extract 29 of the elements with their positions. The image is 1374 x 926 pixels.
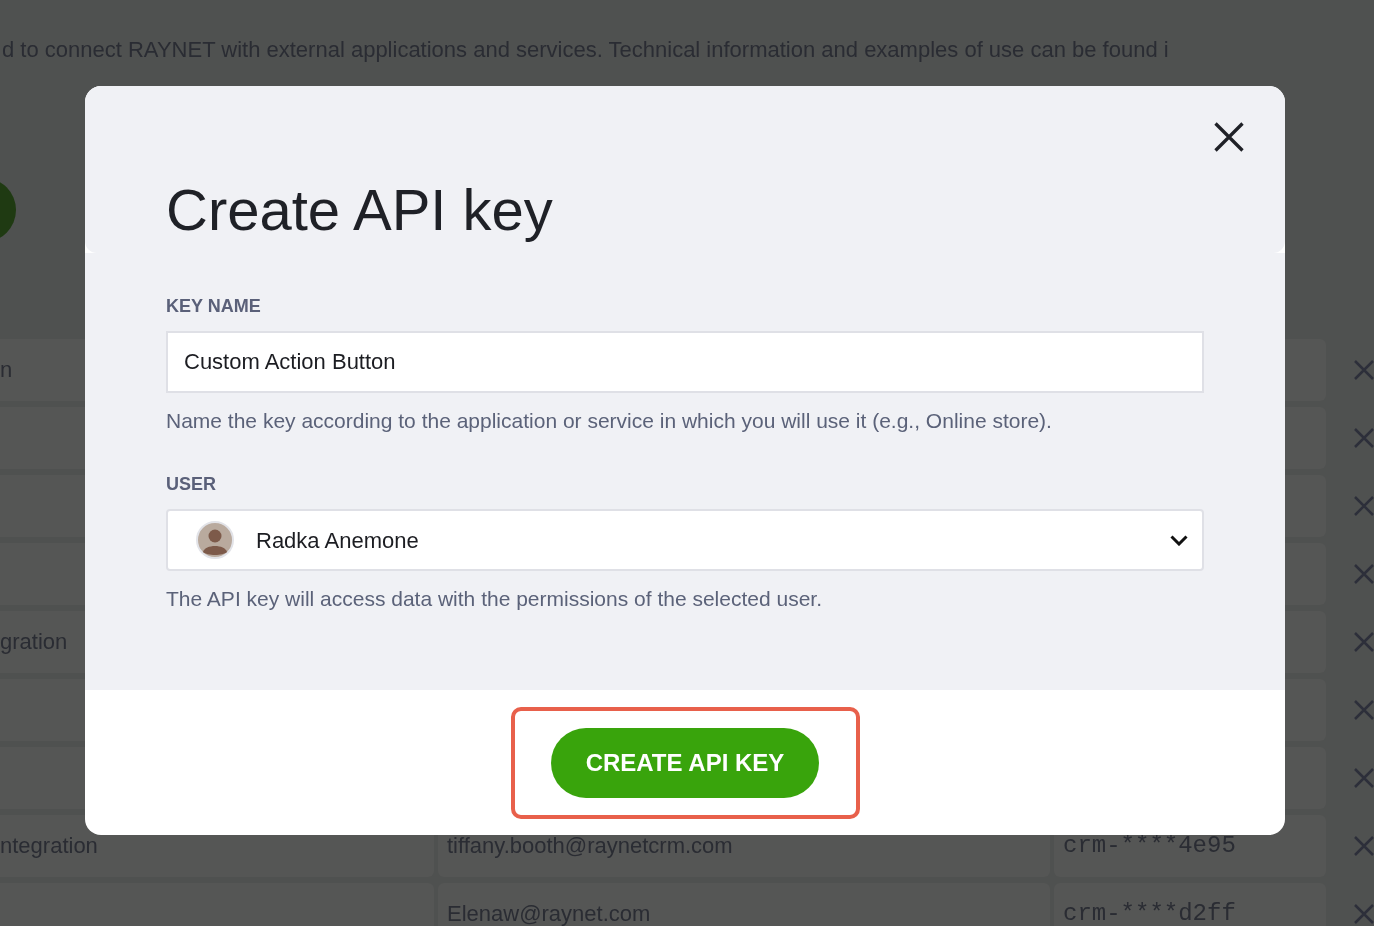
remove-button[interactable] [1354,836,1374,856]
cross-icon [1354,768,1374,788]
cross-icon [1354,700,1374,720]
field-label: KEY NAME [166,295,261,317]
remove-button[interactable] [1354,496,1374,516]
remove-button[interactable] [1354,904,1374,924]
cross-icon [1354,632,1374,652]
remove-button[interactable] [1354,768,1374,788]
field-hint: The API key will access data with the permissions of the selected user. [166,586,822,612]
close-icon [1214,122,1244,152]
remove-button[interactable] [1354,428,1374,448]
remove-button[interactable] [1354,632,1374,652]
avatar-icon [196,521,234,559]
cross-icon [1354,360,1374,380]
cross-icon [1354,564,1374,584]
cross-icon [1354,496,1374,516]
field-hint: Name the key according to the application or service in which you will use it (e.g., Online store). [166,408,1052,434]
dialog-title: Create API key [166,176,553,244]
remove-button[interactable] [1354,700,1374,720]
field-label: USER [166,473,216,495]
cross-icon [1354,428,1374,448]
chevron-down-icon [1170,534,1188,546]
close-button[interactable] [1214,122,1244,152]
remove-button[interactable] [1354,564,1374,584]
cross-icon [1354,904,1374,924]
user-select[interactable]: Radka Anemone [166,509,1204,571]
remove-button[interactable] [1354,360,1374,380]
input-field[interactable]: Custom Action Button [166,331,1204,393]
cross-icon [1354,836,1374,856]
